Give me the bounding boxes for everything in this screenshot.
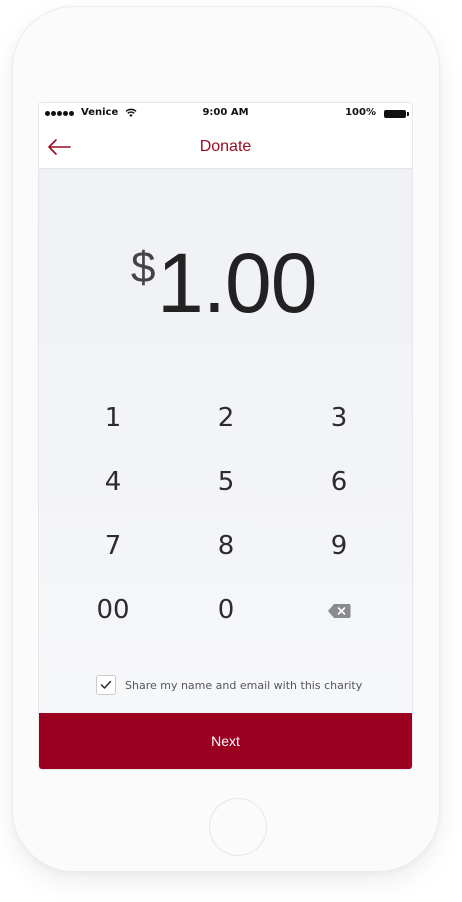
backspace-icon — [328, 603, 351, 618]
page-title: Donate — [199, 138, 252, 155]
share-info-consent: Share my name and email with this charit… — [96, 675, 362, 695]
donation-amount: $ 1.00 — [39, 235, 412, 330]
key-2[interactable]: 2 — [171, 395, 281, 441]
battery-icon — [384, 110, 409, 118]
key-8[interactable]: 8 — [171, 523, 281, 569]
battery-percentage: 100% — [345, 107, 376, 118]
delete-key[interactable] — [284, 587, 394, 633]
checkmark-icon — [100, 680, 112, 689]
key-9[interactable]: 9 — [284, 523, 394, 569]
status-bar: Venice 9:00 AM 100% — [39, 103, 412, 125]
share-info-checkbox[interactable] — [96, 675, 116, 695]
app-screen: Venice 9:00 AM 100% Donate $ 1.00 1 2 3 … — [38, 102, 413, 770]
key-1[interactable]: 1 — [58, 395, 168, 441]
key-0[interactable]: 0 — [171, 587, 281, 633]
share-info-label: Share my name and email with this charit… — [125, 678, 363, 692]
key-3[interactable]: 3 — [284, 395, 394, 441]
currency-symbol: $ — [131, 243, 156, 292]
next-button[interactable]: Next — [39, 713, 412, 769]
key-4[interactable]: 4 — [58, 459, 168, 505]
key-6[interactable]: 6 — [284, 459, 394, 505]
amount-value: 1.00 — [157, 236, 317, 330]
key-00[interactable]: 00 — [58, 587, 168, 633]
key-5[interactable]: 5 — [171, 459, 281, 505]
navigation-bar: Donate — [39, 125, 412, 169]
home-button[interactable] — [209, 798, 267, 856]
key-7[interactable]: 7 — [58, 523, 168, 569]
